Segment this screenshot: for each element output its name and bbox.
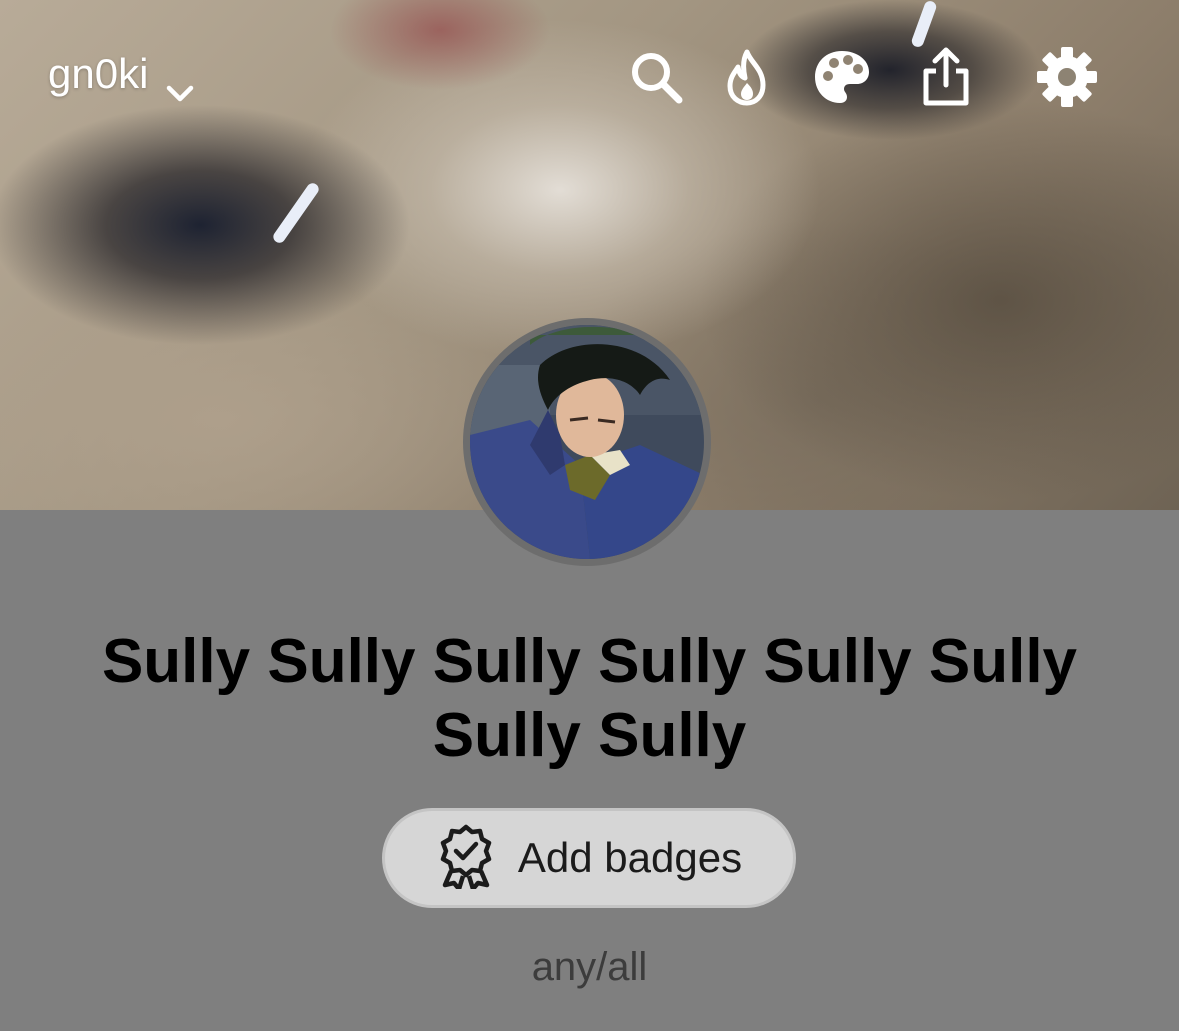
display-name: Sully Sully Sully Sully Sully Sully Sull… bbox=[101, 627, 1078, 770]
search-icon bbox=[626, 47, 686, 107]
account-name: gn0ki bbox=[48, 50, 149, 97]
share-button[interactable] bbox=[914, 45, 978, 109]
flame-icon bbox=[721, 47, 773, 107]
settings-button[interactable] bbox=[1035, 45, 1099, 109]
chevron-down-icon bbox=[166, 65, 194, 102]
badge-icon bbox=[436, 823, 496, 894]
trending-button[interactable] bbox=[715, 45, 779, 109]
add-badges-label: Add badges bbox=[517, 834, 743, 881]
theme-button[interactable] bbox=[810, 45, 874, 109]
profile-bio: any/all bbox=[531, 945, 648, 989]
add-badges-button[interactable]: Add badges bbox=[382, 808, 796, 908]
gear-icon bbox=[1034, 44, 1100, 110]
top-bar: gn0ki bbox=[0, 0, 1179, 150]
avatar-image bbox=[470, 325, 704, 559]
palette-icon bbox=[811, 47, 873, 107]
banner-highlight bbox=[271, 180, 321, 246]
profile-screen: gn0ki Sully Sully Sully Sully Sully Sull… bbox=[0, 0, 1179, 1031]
account-switcher[interactable]: gn0ki bbox=[48, 50, 194, 102]
search-button[interactable] bbox=[624, 45, 688, 109]
avatar[interactable] bbox=[463, 318, 711, 566]
share-icon bbox=[916, 45, 976, 109]
